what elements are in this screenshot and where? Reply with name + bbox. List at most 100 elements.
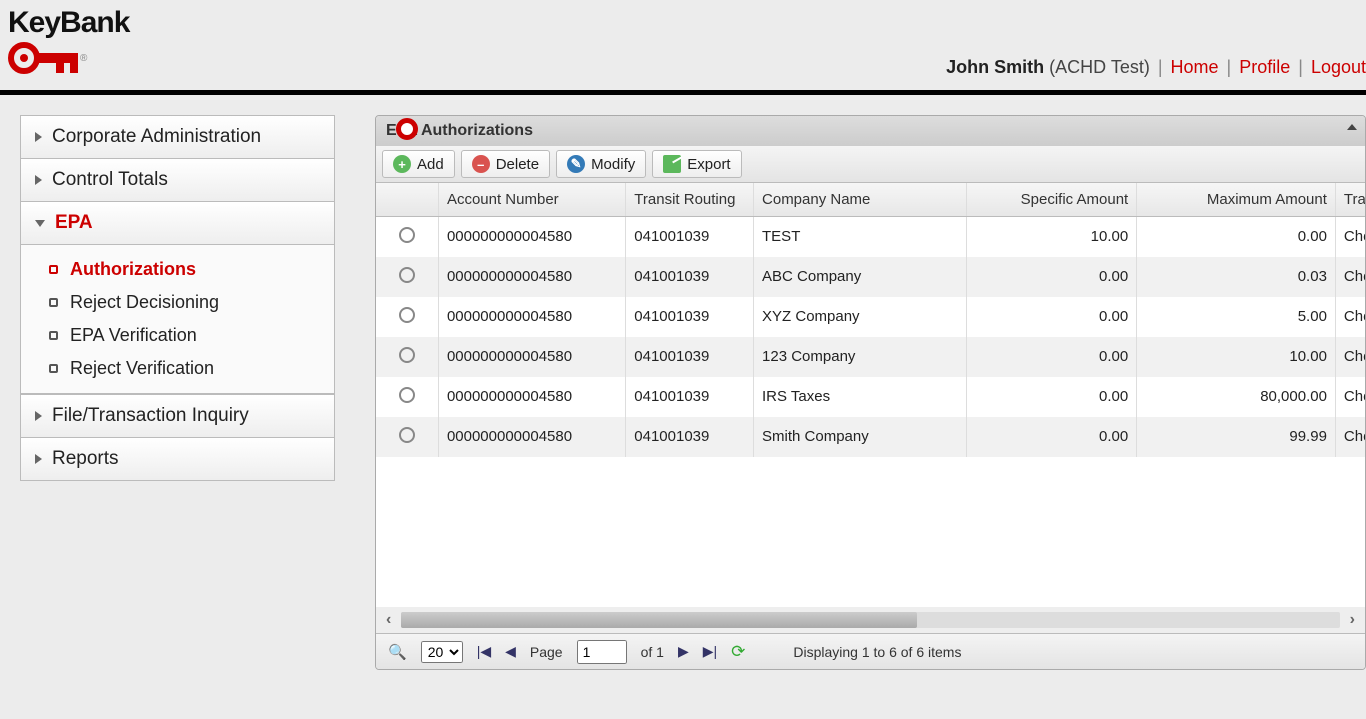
cell-specific: 10.00 (966, 217, 1136, 257)
cell-ttc: Checking Debit (1335, 417, 1365, 457)
horizontal-scrollbar[interactable]: ‹ › (376, 607, 1365, 633)
col-transaction-type[interactable]: Transaction Type Code (1335, 183, 1365, 217)
row-radio[interactable] (399, 387, 415, 403)
cell-company: 123 Company (754, 337, 967, 377)
bullet-icon (49, 331, 58, 340)
cell-maximum: 0.03 (1137, 257, 1336, 297)
delete-button[interactable]: – Delete (461, 150, 550, 178)
row-radio[interactable] (399, 227, 415, 243)
col-company[interactable]: Company Name (754, 183, 967, 217)
row-radio[interactable] (399, 307, 415, 323)
button-label: Add (417, 156, 444, 173)
sidebar-sub-epa-verification[interactable]: EPA Verification (21, 319, 334, 352)
sidebar-item-epa[interactable]: EPA (20, 201, 335, 245)
sidebar-sub-reject-decisioning[interactable]: Reject Decisioning (21, 286, 334, 319)
pager-summary: Displaying 1 to 6 of 6 items (793, 644, 961, 660)
table-row[interactable]: 000000000004580041001039Smith Company0.0… (376, 417, 1365, 457)
nav-logout[interactable]: Logout (1311, 57, 1366, 78)
row-radio[interactable] (399, 427, 415, 443)
cell-account: 000000000004580 (438, 257, 625, 297)
sidebar-label: EPA (55, 212, 93, 234)
refresh-icon[interactable]: ⟳ (731, 642, 745, 662)
sidebar-item-file-inquiry[interactable]: File/Transaction Inquiry (20, 394, 335, 438)
cell-specific: 0.00 (966, 377, 1136, 417)
chevron-right-icon (35, 411, 42, 421)
sidebar-item-corporate-admin[interactable]: Corporate Administration (20, 115, 335, 159)
page-total: of 1 (641, 644, 664, 660)
cell-company: TEST (754, 217, 967, 257)
last-page-button[interactable]: ▶| (703, 643, 717, 660)
cell-maximum: 0.00 (1137, 217, 1336, 257)
col-specific-amount[interactable]: Specific Amount (966, 183, 1136, 217)
sidebar-sub-reject-verification[interactable]: Reject Verification (21, 352, 334, 385)
cell-account: 000000000004580 (438, 417, 625, 457)
cell-transit: 041001039 (626, 377, 754, 417)
export-icon (663, 155, 681, 173)
cell-transit: 041001039 (626, 337, 754, 377)
scroll-thumb[interactable] (401, 612, 917, 628)
next-page-button[interactable]: ▶ (678, 643, 689, 660)
sidebar-item-control-totals[interactable]: Control Totals (20, 158, 335, 202)
sidebar-sub-label: EPA Verification (70, 325, 197, 346)
user-bar: John Smith (ACHD Test) | Home | Profile … (946, 57, 1366, 78)
table-row[interactable]: 000000000004580041001039123 Company0.001… (376, 337, 1365, 377)
user-name: John Smith (ACHD Test) (946, 57, 1150, 78)
cell-account: 000000000004580 (438, 377, 625, 417)
bullet-icon (49, 265, 58, 274)
cell-company: XYZ Company (754, 297, 967, 337)
cell-ttc: Checking Debit (1335, 257, 1365, 297)
brand-logo: KeyBank ® (8, 6, 129, 74)
table-row[interactable]: 000000000004580041001039TEST10.000.00Che… (376, 217, 1365, 257)
sidebar: Corporate Administration Control Totals … (20, 115, 335, 670)
row-radio[interactable] (399, 267, 415, 283)
row-radio[interactable] (399, 347, 415, 363)
nav-home[interactable]: Home (1171, 57, 1219, 78)
sidebar-label: Control Totals (52, 169, 168, 191)
export-button[interactable]: Export (652, 150, 741, 178)
add-button[interactable]: + Add (382, 150, 455, 178)
prev-page-button[interactable]: ◀ (505, 643, 516, 660)
col-maximum-amount[interactable]: Maximum Amount (1137, 183, 1336, 217)
cell-specific: 0.00 (966, 337, 1136, 377)
modify-button[interactable]: ✎ Modify (556, 150, 646, 178)
col-select[interactable] (376, 183, 438, 217)
page-size-select[interactable]: 20 (421, 641, 463, 663)
cell-company: Smith Company (754, 417, 967, 457)
col-transit[interactable]: Transit Routing (626, 183, 754, 217)
scroll-track[interactable] (401, 612, 1339, 628)
page-number-input[interactable] (577, 640, 627, 664)
scroll-left-icon[interactable]: ‹ (386, 611, 391, 629)
sidebar-sub-authorizations[interactable]: Authorizations (21, 253, 334, 286)
cell-account: 000000000004580 (438, 297, 625, 337)
magnifier-icon[interactable]: 🔍 (388, 643, 407, 661)
button-label: Export (687, 156, 730, 173)
bullet-icon (49, 364, 58, 373)
authorizations-panel: EPA Authorizations + Add – Delete ✎ Modi… (375, 115, 1366, 670)
button-label: Modify (591, 156, 635, 173)
cell-ttc: Checking Debit (1335, 377, 1365, 417)
nav-profile[interactable]: Profile (1239, 57, 1290, 78)
sidebar-label: Corporate Administration (52, 126, 261, 148)
sidebar-submenu-epa: Authorizations Reject Decisioning EPA Ve… (20, 245, 335, 394)
table-row[interactable]: 000000000004580041001039ABC Company0.000… (376, 257, 1365, 297)
cell-account: 000000000004580 (438, 217, 625, 257)
cell-ttc: Checking Debit (1335, 297, 1365, 337)
brand-name: KeyBank (8, 6, 129, 40)
table-row[interactable]: 000000000004580041001039XYZ Company0.005… (376, 297, 1365, 337)
table-row[interactable]: 000000000004580041001039IRS Taxes0.0080,… (376, 377, 1365, 417)
button-label: Delete (496, 156, 539, 173)
chevron-down-icon (35, 220, 45, 227)
cell-specific: 0.00 (966, 257, 1136, 297)
scroll-right-icon[interactable]: › (1350, 611, 1355, 629)
first-page-button[interactable]: |◀ (477, 643, 491, 660)
sidebar-sub-label: Authorizations (70, 259, 196, 280)
chevron-right-icon (35, 175, 42, 185)
col-account[interactable]: Account Number (438, 183, 625, 217)
sidebar-item-reports[interactable]: Reports (20, 437, 335, 481)
panel-toolbar: + Add – Delete ✎ Modify Export (376, 146, 1365, 183)
data-grid: Account Number Transit Routing Company N… (376, 183, 1365, 607)
collapse-icon[interactable] (1347, 124, 1357, 130)
cell-maximum: 99.99 (1137, 417, 1336, 457)
pager-bar: 🔍 20 |◀ ◀ Page of 1 ▶ ▶| ⟳ Displaying 1 … (376, 633, 1365, 669)
sidebar-label: File/Transaction Inquiry (52, 405, 249, 427)
